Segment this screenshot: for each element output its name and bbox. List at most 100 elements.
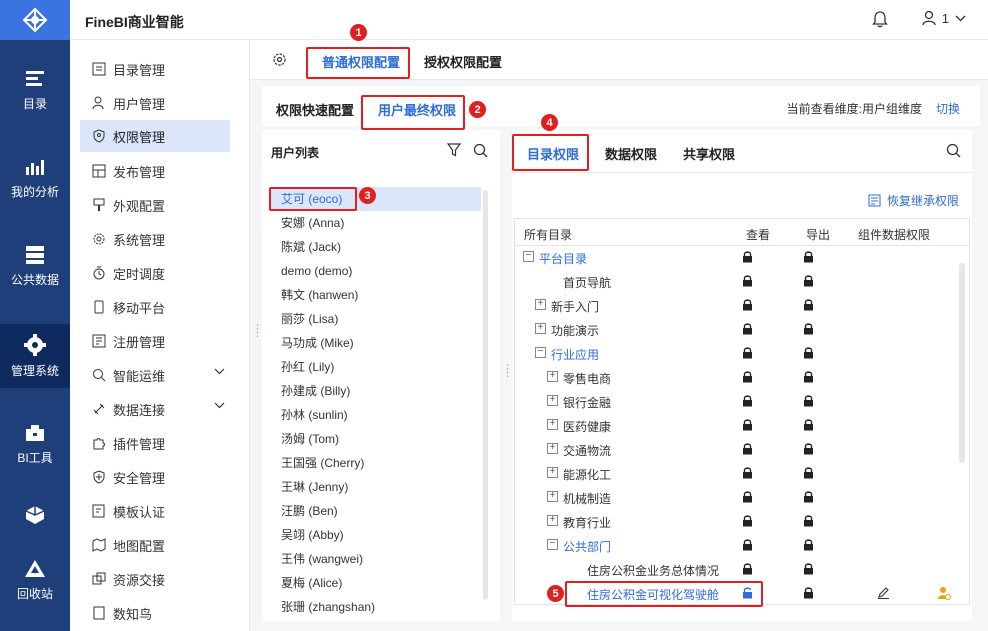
table-row[interactable]: + 银行金融 [515, 390, 969, 414]
export-lock-icon[interactable] [803, 562, 814, 578]
view-lock-icon[interactable] [742, 514, 753, 530]
export-lock-icon[interactable] [803, 466, 814, 482]
nav-bi-tools[interactable]: BI工具 [0, 412, 70, 476]
user-list-item[interactable]: 孙建成 (Billy) [271, 379, 481, 403]
export-lock-icon[interactable] [803, 250, 814, 266]
finebi-logo[interactable] [0, 0, 70, 40]
menu-map-config[interactable]: 地图配置 [80, 529, 230, 561]
export-lock-icon[interactable] [803, 538, 814, 554]
view-lock-icon[interactable] [742, 298, 753, 314]
table-row[interactable]: + 功能演示 [515, 318, 969, 342]
expand-icon[interactable]: + [547, 371, 558, 382]
expand-icon[interactable]: + [547, 419, 558, 430]
user-list-item[interactable]: 马功成 (Mike) [271, 331, 481, 355]
view-lock-icon[interactable] [742, 394, 753, 410]
edit-pencil-icon[interactable] [877, 586, 890, 602]
view-lock-icon[interactable] [742, 370, 753, 386]
search-icon[interactable] [946, 143, 961, 158]
nav-admin-system[interactable]: 管理系统 [0, 324, 70, 388]
expand-icon[interactable]: + [547, 395, 558, 406]
menu-permission-mgmt[interactable]: 权限管理 [80, 120, 230, 152]
table-row[interactable]: 首页导航 [515, 270, 969, 294]
nav-catalog[interactable]: 目录 [0, 58, 70, 122]
search-icon[interactable] [473, 143, 488, 158]
nav-cube[interactable] [0, 488, 70, 548]
middle-resize-handle[interactable]: ⋮ ⋮ [502, 364, 513, 379]
menu-resource-handover[interactable]: 资源交接 [80, 563, 230, 595]
nav-public-data[interactable]: 公共数据 [0, 234, 70, 298]
table-row[interactable]: − 行业应用 [515, 342, 969, 366]
table-row[interactable]: + 新手入门 [515, 294, 969, 318]
settings-gear-icon[interactable] [272, 52, 287, 70]
user-list-item[interactable]: 王琳 (Jenny) [271, 475, 481, 499]
view-lock-icon[interactable] [742, 562, 753, 578]
nav-recycle[interactable]: 回收站 [0, 548, 70, 612]
user-list-item[interactable]: 汤姆 (Tom) [271, 427, 481, 451]
menu-publish-mgmt[interactable]: 发布管理 [80, 155, 230, 187]
view-lock-icon[interactable] [742, 418, 753, 434]
restore-inherit-button[interactable]: 恢复继承权限 [868, 192, 959, 209]
user-list-item[interactable]: 孙红 (Lily) [271, 355, 481, 379]
user-list-item[interactable]: 王伟 (wangwei) [271, 547, 481, 571]
collapse-icon[interactable]: − [547, 539, 558, 550]
user-list-item[interactable]: demo (demo) [271, 259, 481, 283]
export-lock-icon[interactable] [803, 586, 814, 602]
view-lock-icon[interactable] [742, 586, 753, 602]
menu-schedule[interactable]: 定时调度 [80, 257, 230, 289]
user-list-item[interactable]: 孙林 (sunlin) [271, 403, 481, 427]
menu-ops[interactable]: 智能运维 [80, 359, 230, 391]
filter-icon[interactable] [447, 143, 461, 157]
expand-icon[interactable]: + [547, 443, 558, 454]
table-row[interactable]: + 机械制造 [515, 486, 969, 510]
user-list-item[interactable]: 丽莎 (Lisa) [271, 307, 481, 331]
user-list-item[interactable]: 王国强 (Cherry) [271, 451, 481, 475]
user-list-item[interactable]: 韩文 (hanwen) [271, 283, 481, 307]
table-row[interactable]: + 零售电商 [515, 366, 969, 390]
user-list-scrollbar[interactable] [483, 190, 488, 600]
menu-shuzhiniao[interactable]: 数知鸟 [80, 597, 230, 629]
notification-bell-icon[interactable] [872, 10, 888, 31]
user-list-item[interactable]: 艾可 (eoco) [271, 187, 481, 211]
user-list-item[interactable]: 安娜 (Anna) [271, 211, 481, 235]
user-menu[interactable]: 1 [922, 10, 966, 26]
menu-data-connection[interactable]: 数据连接 [80, 393, 230, 425]
export-lock-icon[interactable] [803, 418, 814, 434]
export-lock-icon[interactable] [803, 274, 814, 290]
view-lock-icon[interactable] [742, 538, 753, 554]
menu-plugins[interactable]: 插件管理 [80, 427, 230, 459]
tab-share-permission[interactable]: 共享权限 [683, 144, 735, 163]
user-list-item[interactable]: 夏梅 (Alice) [271, 571, 481, 595]
menu-mobile[interactable]: 移动平台 [80, 291, 230, 323]
tab-grant-permission[interactable]: 授权权限配置 [424, 52, 502, 71]
table-row[interactable]: + 医药健康 [515, 414, 969, 438]
view-lock-icon[interactable] [742, 250, 753, 266]
table-row[interactable]: − 公共部门 [515, 534, 969, 558]
tab-general-permission[interactable]: 普通权限配置 [322, 52, 400, 71]
view-lock-icon[interactable] [742, 346, 753, 362]
export-lock-icon[interactable] [803, 346, 814, 362]
menu-user-mgmt[interactable]: 用户管理 [80, 87, 230, 119]
view-lock-icon[interactable] [742, 490, 753, 506]
expand-icon[interactable]: + [535, 323, 546, 334]
expand-icon[interactable]: + [547, 515, 558, 526]
export-lock-icon[interactable] [803, 394, 814, 410]
switch-dimension-link[interactable]: 切换 [936, 100, 960, 117]
export-lock-icon[interactable] [803, 490, 814, 506]
table-scrollbar[interactable] [959, 263, 965, 463]
table-row[interactable]: 住房公积金可视化驾驶舱 [515, 582, 969, 604]
user-list-item[interactable]: 吴翊 (Abby) [271, 523, 481, 547]
menu-register[interactable]: 注册管理 [80, 325, 230, 357]
tab-data-permission[interactable]: 数据权限 [605, 144, 657, 163]
table-row[interactable]: + 能源化工 [515, 462, 969, 486]
menu-appearance[interactable]: 外观配置 [80, 189, 230, 221]
left-resize-handle[interactable]: ⋮ ⋮ [252, 324, 263, 339]
expand-icon[interactable]: + [535, 299, 546, 310]
view-lock-icon[interactable] [742, 442, 753, 458]
tab-catalog-permission[interactable]: 目录权限 [527, 144, 579, 163]
expand-icon[interactable]: + [547, 491, 558, 502]
user-list-item[interactable]: 汪鹏 (Ben) [271, 499, 481, 523]
menu-system-mgmt[interactable]: 系统管理 [80, 223, 230, 255]
export-lock-icon[interactable] [803, 442, 814, 458]
table-row[interactable]: + 交通物流 [515, 438, 969, 462]
user-list-item[interactable]: 张珊 (zhangshan) [271, 595, 481, 619]
